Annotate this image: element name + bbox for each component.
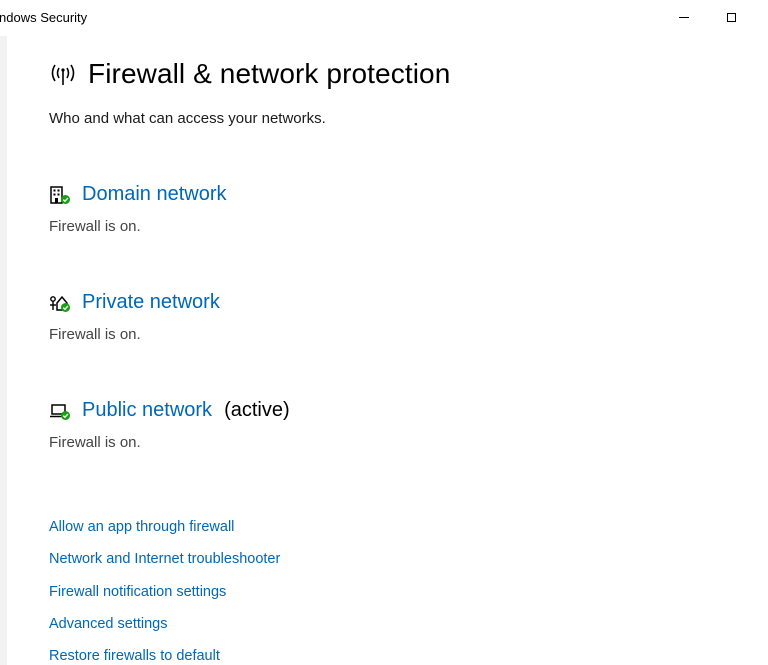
domain-network-status: Firewall is on. bbox=[49, 218, 141, 235]
minimize-button[interactable] bbox=[661, 0, 707, 34]
private-network-section: Private network Firewall is on. bbox=[49, 291, 220, 343]
minimize-icon bbox=[679, 16, 689, 18]
private-home-icon bbox=[50, 295, 70, 312]
network-heading: Private network bbox=[49, 291, 220, 314]
page-subtitle: Who and what can access your networks. bbox=[49, 110, 326, 127]
page-header: Firewall & network protection bbox=[49, 58, 450, 90]
maximize-icon bbox=[726, 12, 736, 22]
public-network-section: Public network (active) Firewall is on. bbox=[49, 399, 290, 451]
active-network-label: (active) bbox=[224, 399, 290, 421]
restore-defaults-link[interactable]: Restore firewalls to default bbox=[49, 647, 280, 665]
troubleshooter-link[interactable]: Network and Internet troubleshooter bbox=[49, 550, 280, 582]
network-heading: Public network (active) bbox=[49, 399, 290, 422]
public-network-link[interactable]: Public network bbox=[82, 399, 212, 422]
domain-building-icon bbox=[50, 185, 70, 204]
domain-network-link[interactable]: Domain network bbox=[82, 183, 227, 206]
advanced-settings-link[interactable]: Advanced settings bbox=[49, 615, 280, 647]
network-heading: Domain network bbox=[49, 183, 227, 206]
public-laptop-icon bbox=[50, 403, 70, 420]
domain-network-section: Domain network Firewall is on. bbox=[49, 183, 227, 235]
maximize-button[interactable] bbox=[708, 0, 754, 34]
page-title: Firewall & network protection bbox=[88, 58, 451, 89]
public-network-status: Firewall is on. bbox=[49, 434, 141, 451]
navigation-pane-edge bbox=[0, 36, 7, 665]
wifi-antenna-icon bbox=[51, 64, 75, 85]
private-network-status: Firewall is on. bbox=[49, 326, 141, 343]
windows-security-window: ndows Security Firewall & network protec… bbox=[0, 0, 768, 665]
allow-app-link[interactable]: Allow an app through firewall bbox=[49, 518, 280, 550]
private-network-link[interactable]: Private network bbox=[82, 291, 220, 314]
notification-settings-link[interactable]: Firewall notification settings bbox=[49, 583, 280, 615]
title-bar[interactable]: ndows Security bbox=[0, 0, 768, 36]
app-title: ndows Security bbox=[0, 10, 88, 25]
settings-links: Allow an app through firewall Network an… bbox=[49, 518, 280, 665]
